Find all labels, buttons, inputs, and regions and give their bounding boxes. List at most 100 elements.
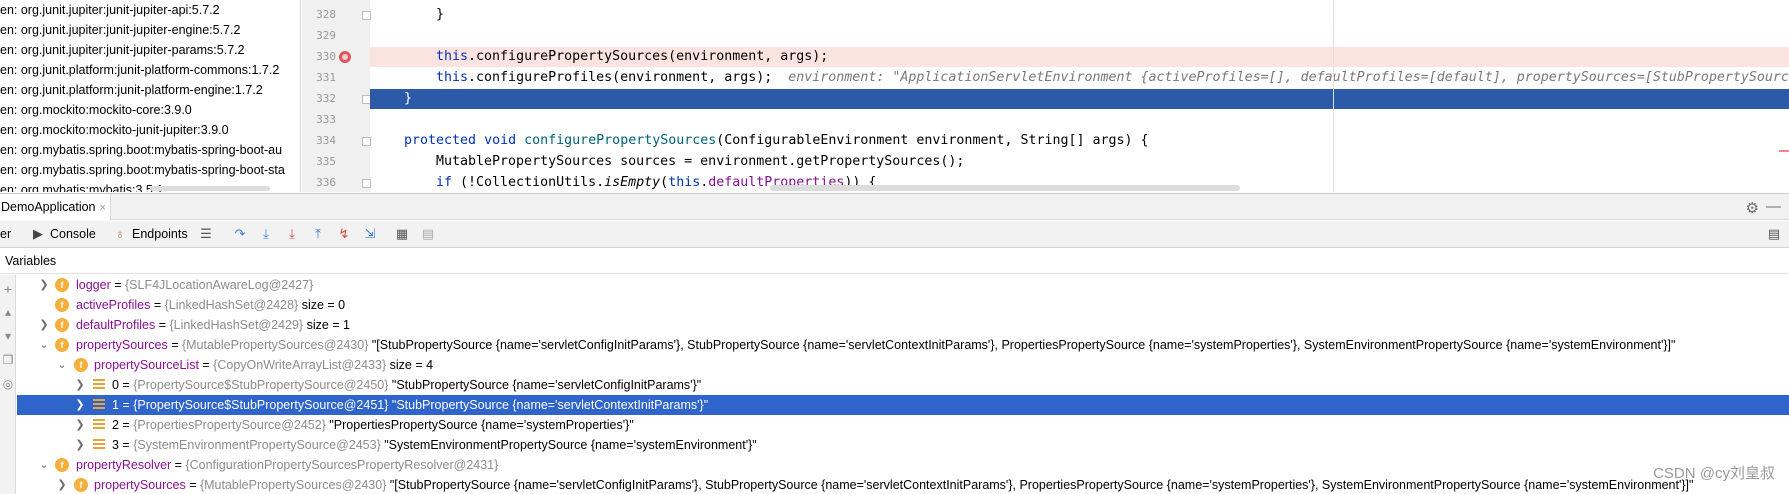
variables-side-toolbar: + ▴ ▾ ❐ ◎ [0, 275, 16, 494]
variable-name: logger [76, 278, 111, 292]
evaluate-expression-icon[interactable]: ▦ [394, 226, 410, 242]
variable-row[interactable]: f activeProfiles = {LinkedHashSet@2428} … [17, 295, 1789, 315]
view-icon[interactable]: ◎ [1, 377, 15, 391]
variable-name: 3 [112, 438, 119, 452]
array-element-icon [93, 419, 105, 431]
menu-icon[interactable]: ☰ [198, 226, 214, 242]
expand-arrow-icon[interactable]: ❯ [39, 315, 49, 335]
tab-debugger[interactable]: er [0, 221, 11, 248]
collapse-arrow-icon[interactable]: ⌄ [57, 355, 67, 375]
expand-arrow-icon[interactable]: ❯ [75, 375, 85, 395]
variable-row[interactable]: ⌄ f propertyResolver = {ConfigurationPro… [17, 455, 1789, 475]
field-icon: f [74, 478, 88, 492]
execution-line-332[interactable]: } [370, 89, 1789, 109]
variable-row[interactable]: ⌄ f propertySourceList = {CopyOnWriteArr… [17, 355, 1789, 375]
tab-demo-application[interactable]: DemoApplication × [0, 194, 111, 220]
equals-sign: = [110, 278, 125, 292]
line-number: 335 [316, 155, 336, 168]
tab-endpoints[interactable]: Endpoints [132, 221, 188, 248]
dependency-item[interactable]: en: org.mybatis.spring.boot:mybatis-spri… [0, 160, 285, 180]
editor-scrollbar[interactable] [770, 185, 1240, 191]
dependency-item[interactable]: en: org.junit.platform:junit-platform-co… [0, 60, 279, 80]
equals-sign: = [167, 338, 182, 352]
copy-icon[interactable]: ❐ [1, 353, 15, 367]
tab-console[interactable]: Console [50, 221, 96, 248]
gear-icon[interactable]: ⚙ [1746, 199, 1759, 217]
close-icon[interactable]: × [100, 202, 106, 214]
code-keyword: this [668, 175, 701, 190]
dependency-item[interactable]: en: org.mybatis:mybatis:3.5.1 [0, 180, 163, 192]
step-out-icon[interactable]: ⤒ [310, 226, 326, 242]
code-line-330[interactable]: this.configurePropertySources(environmen… [370, 47, 1789, 67]
variable-row[interactable]: ❯ 0 = {PropertySource$StubPropertySource… [17, 375, 1789, 395]
variable-row[interactable]: ❯ f propertySources = {MutablePropertySo… [17, 475, 1789, 494]
layout-settings-icon[interactable]: ▤ [1766, 226, 1782, 242]
variable-value: size = 1 [303, 318, 350, 332]
run-to-cursor-icon[interactable]: ⇲ [362, 226, 378, 242]
step-into-icon[interactable]: ⤓ [284, 226, 300, 242]
variable-row[interactable]: ⌄ f propertySources = {MutablePropertySo… [17, 335, 1789, 355]
dependency-item[interactable]: en: org.junit.platform:junit-platform-en… [0, 80, 263, 100]
dependency-item[interactable]: en: org.junit.jupiter:junit-jupiter-engi… [0, 20, 240, 40]
expand-arrow-icon[interactable]: ❯ [39, 275, 49, 295]
code-keyword: this [436, 49, 469, 64]
code-line-328[interactable]: } [370, 5, 1789, 25]
error-stripe-marker[interactable] [1779, 150, 1789, 152]
breakpoint-icon[interactable] [339, 51, 351, 63]
line-number: 330 [316, 50, 336, 63]
trace-icon[interactable]: ▤ [420, 226, 436, 242]
variable-value: "[StubPropertySource {name='servletConfi… [386, 478, 1694, 492]
add-watch-icon[interactable]: + [1, 281, 15, 297]
variable-type: {SLF4JLocationAwareLog@2427} [125, 278, 314, 292]
equals-sign: = [118, 398, 134, 412]
variable-type: {SystemEnvironmentPropertySource@2453} [133, 438, 381, 452]
field-icon: f [55, 278, 69, 292]
code-text: } [404, 91, 413, 106]
code-editor[interactable]: 328 329 330 331 332 333 334 335 336 } th… [302, 0, 1789, 192]
code-keyword: this [436, 70, 469, 85]
variable-row[interactable]: ❯ f defaultProfiles = {LinkedHashSet@242… [17, 315, 1789, 335]
dependency-item[interactable]: en: org.junit.jupiter:junit-jupiter-para… [0, 40, 245, 60]
expand-arrow-icon[interactable]: ❯ [57, 475, 67, 494]
code-text: ( [660, 175, 669, 190]
dependency-item[interactable]: en: org.mockito:mockito-junit-jupiter:3.… [0, 120, 229, 140]
expand-arrow-icon[interactable]: ❯ [75, 395, 85, 415]
code-text: (!CollectionUtils. [452, 175, 605, 190]
dependency-item[interactable]: en: org.junit.jupiter:junit-jupiter-api:… [0, 0, 220, 20]
variables-tree: ❯ f logger = {SLF4JLocationAwareLog@2427… [17, 275, 1789, 494]
variable-row[interactable]: ❯ 2 = {PropertiesPropertySource@2452} "P… [17, 415, 1789, 435]
minimize-icon[interactable]: — [1766, 198, 1781, 215]
expand-arrow-icon[interactable]: ❯ [75, 415, 85, 435]
watermark: CSDN @cy刘皇叔 [1653, 465, 1775, 482]
code-line-335[interactable]: MutablePropertySources sources = environ… [370, 152, 1789, 172]
variable-row[interactable]: ❯ f logger = {SLF4JLocationAwareLog@2427… [17, 275, 1789, 295]
array-element-icon [93, 439, 105, 451]
drop-frame-icon[interactable]: ↯ [336, 226, 352, 242]
collapse-arrow-icon[interactable]: ⌄ [39, 335, 49, 355]
field-icon: f [55, 318, 69, 332]
code-line-331[interactable]: this.configureProfiles(environment, args… [370, 68, 1789, 88]
show-execution-point-icon[interactable]: ↷ [232, 226, 248, 242]
tab-label: DemoApplication [1, 200, 96, 214]
arrow-down-icon[interactable]: ▾ [1, 329, 15, 343]
variable-row[interactable]: ❯ 3 = {SystemEnvironmentPropertySource@2… [17, 435, 1789, 455]
dependency-item[interactable]: en: org.mockito:mockito-core:3.9.0 [0, 100, 192, 120]
equals-sign: = [155, 318, 170, 332]
step-over-icon[interactable]: ⤓ [258, 226, 274, 242]
dependency-item[interactable]: en: org.mybatis.spring.boot:mybatis-spri… [0, 140, 282, 160]
endpoints-icon: ♁ [115, 226, 125, 241]
variable-type: {MutablePropertySources@2430} [181, 338, 369, 352]
collapse-arrow-icon[interactable]: ⌄ [39, 455, 49, 475]
variable-row-selected[interactable]: ❯ 1 = {PropertySource$StubPropertySource… [17, 395, 1789, 415]
variable-name: propertyResolver [76, 458, 172, 472]
line-number: 332 [316, 92, 336, 105]
arrow-up-icon[interactable]: ▴ [1, 305, 15, 319]
variable-name: activeProfiles [76, 298, 151, 312]
code-line-334[interactable]: protected void configurePropertySources(… [370, 131, 1789, 151]
dependency-scrollbar[interactable] [150, 186, 270, 191]
variable-value: "StubPropertySource {name='servletContex… [388, 398, 709, 412]
variable-value: "StubPropertySource {name='servletConfig… [388, 378, 702, 392]
variable-name: 0 [112, 378, 119, 392]
editor-gutter[interactable]: 328 329 330 331 332 333 334 335 336 [302, 0, 371, 192]
expand-arrow-icon[interactable]: ❯ [75, 435, 85, 455]
